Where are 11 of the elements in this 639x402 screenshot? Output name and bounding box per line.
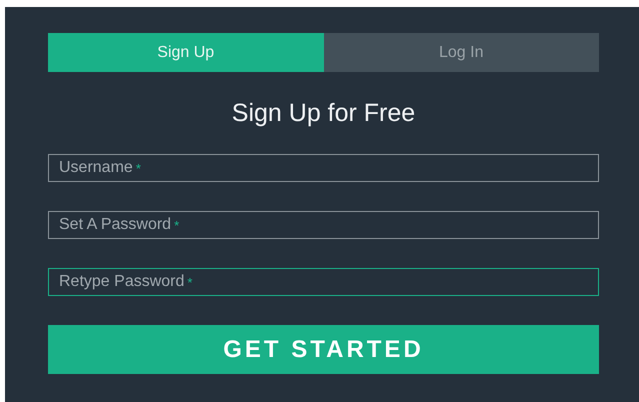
input-field[interactable]: Username * [48, 154, 599, 182]
tab[interactable]: Log In [324, 33, 599, 72]
form-heading: Sign Up for Free [230, 98, 416, 128]
required-mark: * [187, 274, 192, 290]
field-label: Retype Password [59, 273, 184, 291]
required-mark: * [136, 160, 141, 176]
input-field[interactable]: Retype Password * [48, 268, 599, 296]
required-mark: * [174, 218, 180, 232]
field-label: Set A Password [59, 216, 172, 234]
input-field[interactable]: Set A Password * [48, 211, 599, 239]
field-label: Username [59, 159, 133, 177]
